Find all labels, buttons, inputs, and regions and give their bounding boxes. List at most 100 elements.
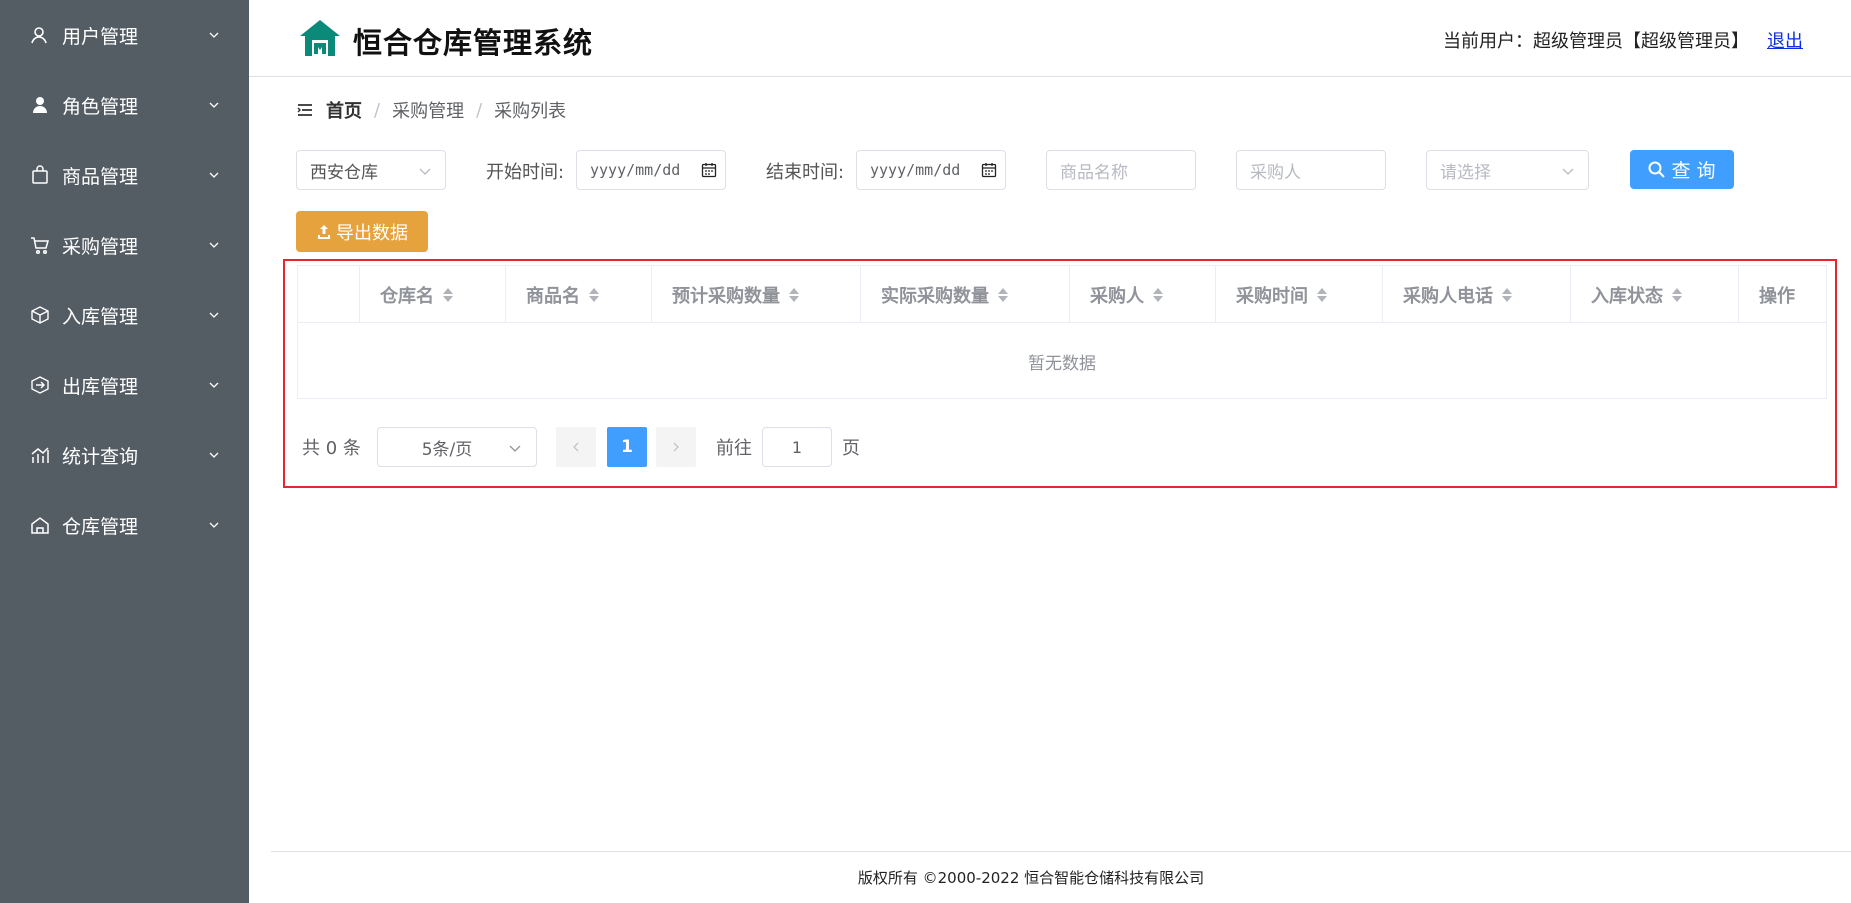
sidebar-item-label: 采购管理	[62, 235, 139, 258]
menu-fold-icon[interactable]	[297, 102, 313, 118]
sort-icon[interactable]	[1671, 286, 1683, 304]
sidebar-item-label: 统计查询	[62, 445, 139, 468]
column-header-buyer[interactable]: 采购人	[1070, 266, 1216, 323]
sort-icon[interactable]	[997, 286, 1009, 304]
sidebar-item-user-management[interactable]: 用户管理	[0, 0, 249, 70]
status-select-placeholder: 请选择	[1440, 162, 1491, 183]
warehouse-select-value: 西安仓库	[310, 162, 378, 183]
sort-icon[interactable]	[1501, 286, 1513, 304]
sort-icon[interactable]	[588, 286, 600, 304]
table-header: 仓库名 商品名 预计采购数量 实际采购数量 采购人 采购时间 采购人电话 入库状…	[298, 266, 1826, 323]
breadcrumb-separator: /	[374, 99, 381, 121]
breadcrumb-purchase-list: 采购列表	[494, 101, 567, 122]
goto-label: 前往	[716, 438, 752, 459]
sidebar-item-outbound-management[interactable]: 出库管理	[0, 350, 249, 420]
column-header-actual-qty[interactable]: 实际采购数量	[861, 266, 1070, 323]
breadcrumb-home[interactable]: 首页	[326, 97, 362, 123]
chevron-down-icon	[209, 452, 219, 458]
chevron-down-icon	[419, 168, 431, 175]
table-empty-text: 暂无数据	[1028, 354, 1096, 374]
column-header-label: 预计采购数量	[672, 285, 780, 307]
calendar-icon[interactable]	[701, 162, 717, 178]
header: 恒合仓库管理系统 当前用户：超级管理员【超级管理员】 退出	[249, 0, 1851, 77]
column-header-label: 仓库名	[380, 285, 434, 307]
logout-link[interactable]: 退出	[1767, 27, 1803, 53]
page-number-button[interactable]: 1	[607, 427, 647, 467]
chevron-down-icon	[209, 102, 219, 108]
search-button[interactable]: 查 询	[1630, 150, 1734, 189]
search-button-label: 查 询	[1671, 160, 1716, 182]
footer-copyright: 版权所有 ©2000-2022 恒合智能仓储科技有限公司	[857, 869, 1205, 887]
column-header-warehouse[interactable]: 仓库名	[360, 266, 506, 323]
user-area: 当前用户：超级管理员【超级管理员】 退出	[1443, 27, 1803, 53]
column-header-purchase-time[interactable]: 采购时间	[1216, 266, 1383, 323]
export-data-button[interactable]: 导出数据	[296, 211, 428, 252]
column-header-label: 采购人电话	[1403, 285, 1493, 307]
chevron-down-icon	[209, 32, 219, 38]
breadcrumb: 首页 / 采购管理 / 采购列表	[297, 97, 566, 123]
sort-icon[interactable]	[1316, 286, 1328, 304]
box-in-icon	[29, 304, 51, 326]
user-icon	[29, 24, 51, 46]
end-time-label: 结束时间:	[766, 162, 845, 183]
sort-icon[interactable]	[788, 286, 800, 304]
role-icon	[29, 94, 51, 116]
sidebar-item-statistics[interactable]: 统计查询	[0, 420, 249, 490]
status-select[interactable]: 请选择	[1426, 150, 1589, 190]
chevron-right-icon	[673, 442, 679, 452]
purchase-table: 仓库名 商品名 预计采购数量 实际采购数量 采购人 采购时间 采购人电话 入库状…	[297, 265, 1827, 399]
chevron-left-icon	[573, 442, 579, 452]
product-name-placeholder: 商品名称	[1060, 162, 1128, 183]
sidebar-item-role-management[interactable]: 角色管理	[0, 70, 249, 140]
sidebar: 用户管理 角色管理 商品管理 采购管理 入库管理 出库管理 统计查询 仓库管理	[0, 0, 249, 903]
current-user-label: 当前用户：超级管理员【超级管理员】	[1443, 31, 1749, 52]
goto-page-input[interactable]: 1	[762, 427, 832, 467]
column-header-label: 操作	[1759, 285, 1795, 307]
end-date-value: yyyy/mm/dd	[870, 161, 961, 179]
chevron-down-icon	[1562, 168, 1574, 175]
start-date-value: yyyy/mm/dd	[590, 161, 681, 179]
sidebar-item-inbound-management[interactable]: 入库管理	[0, 280, 249, 350]
buyer-input[interactable]: 采购人	[1236, 150, 1386, 190]
export-data-label: 导出数据	[336, 222, 408, 244]
sidebar-item-product-management[interactable]: 商品管理	[0, 140, 249, 210]
warehouse-select[interactable]: 西安仓库	[296, 150, 446, 190]
sidebar-item-label: 仓库管理	[62, 515, 139, 538]
end-date-input[interactable]: yyyy/mm/dd	[856, 150, 1006, 190]
product-name-input[interactable]: 商品名称	[1046, 150, 1196, 190]
column-header-label: 采购时间	[1236, 285, 1308, 307]
column-header-actions: 操作	[1739, 266, 1826, 323]
sidebar-item-warehouse-management[interactable]: 仓库管理	[0, 490, 249, 560]
prev-page-button[interactable]	[556, 427, 596, 467]
pagination-total: 共 0 条	[302, 438, 361, 459]
buyer-placeholder: 采购人	[1250, 162, 1301, 183]
search-icon	[1648, 161, 1666, 178]
upload-icon	[318, 224, 330, 239]
sort-icon[interactable]	[1152, 286, 1164, 304]
page-size-select[interactable]: 5条/页	[377, 427, 537, 467]
column-header-inbound-status[interactable]: 入库状态	[1571, 266, 1739, 323]
start-time-label: 开始时间:	[486, 162, 565, 183]
calendar-icon[interactable]	[981, 162, 997, 178]
start-date-input[interactable]: yyyy/mm/dd	[576, 150, 726, 190]
chevron-down-icon	[209, 522, 219, 528]
sidebar-item-label: 角色管理	[62, 95, 139, 118]
sidebar-item-label: 用户管理	[62, 25, 139, 48]
next-page-button[interactable]	[656, 427, 696, 467]
column-header-product[interactable]: 商品名	[506, 266, 652, 323]
column-header-expected-qty[interactable]: 预计采购数量	[652, 266, 861, 323]
column-header-label: 实际采购数量	[881, 285, 989, 307]
column-header-buyer-phone[interactable]: 采购人电话	[1383, 266, 1571, 323]
chart-icon	[29, 444, 51, 466]
table-header-selection	[298, 266, 360, 323]
column-header-label: 商品名	[526, 285, 580, 307]
breadcrumb-purchase-management: 采购管理	[392, 101, 465, 122]
box-out-icon	[29, 374, 51, 396]
bag-icon	[29, 164, 51, 186]
sort-icon[interactable]	[442, 286, 454, 304]
sidebar-item-purchase-management[interactable]: 采购管理	[0, 210, 249, 280]
warehouse-icon	[29, 514, 51, 536]
chevron-down-icon	[209, 172, 219, 178]
sidebar-item-label: 入库管理	[62, 305, 139, 328]
app-title: 恒合仓库管理系统	[353, 26, 594, 60]
